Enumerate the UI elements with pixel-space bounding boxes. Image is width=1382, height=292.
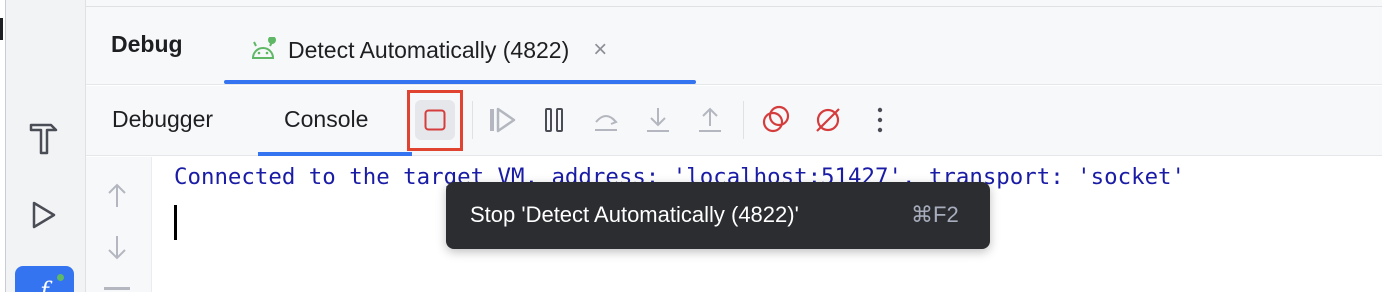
close-tab-icon[interactable]: × bbox=[593, 36, 607, 64]
app-quality-button[interactable]: ƒ bbox=[15, 266, 74, 292]
soft-wrap-icon[interactable] bbox=[104, 287, 130, 290]
step-out-icon bbox=[699, 107, 721, 132]
tooltip-shortcut: ⌘F2 bbox=[911, 202, 959, 227]
status-dot bbox=[55, 272, 66, 283]
more-options-button[interactable] bbox=[860, 100, 900, 140]
mute-breakpoints-icon bbox=[816, 108, 840, 132]
pause-icon bbox=[545, 108, 563, 132]
resume-icon bbox=[490, 107, 516, 133]
scroll-up-button[interactable] bbox=[102, 181, 132, 216]
toolbar-separator bbox=[472, 101, 473, 139]
build-hammer-icon bbox=[29, 123, 58, 155]
tooltip-text: Stop 'Detect Automatically (4822)' bbox=[470, 202, 799, 227]
run-tab-active-indicator bbox=[224, 80, 696, 84]
text-caret bbox=[174, 205, 177, 240]
run-session-tab[interactable]: Detect Automatically (4822) × bbox=[224, 20, 607, 80]
editor-caret-mark bbox=[0, 18, 3, 40]
breakpoints-icon bbox=[762, 105, 790, 133]
arrow-down-icon bbox=[108, 236, 126, 260]
top-divider bbox=[86, 0, 1382, 7]
arrow-up-icon bbox=[108, 183, 126, 207]
tab-debugger[interactable]: Debugger bbox=[112, 106, 213, 133]
step-into-button[interactable] bbox=[638, 100, 678, 140]
mute-breakpoints-button[interactable] bbox=[808, 100, 848, 140]
panel-title: Debug bbox=[111, 31, 183, 57]
run-icon bbox=[32, 201, 56, 229]
scroll-down-button[interactable] bbox=[102, 232, 132, 267]
debug-toolbar: Debugger Console bbox=[86, 86, 1382, 156]
android-icon bbox=[250, 36, 276, 63]
run-tool-button[interactable] bbox=[18, 190, 68, 240]
editor-edge bbox=[0, 0, 6, 292]
more-vertical-icon bbox=[877, 107, 883, 133]
view-breakpoints-button[interactable] bbox=[756, 100, 796, 140]
console-tab-active-indicator bbox=[258, 152, 412, 156]
step-out-button[interactable] bbox=[690, 100, 730, 140]
left-tool-strip: ƒ bbox=[0, 0, 86, 292]
tab-console[interactable]: Console bbox=[284, 106, 368, 133]
stop-button-highlight bbox=[407, 90, 463, 151]
console-gutter bbox=[86, 157, 152, 292]
toolbar-separator bbox=[743, 101, 744, 139]
stop-tooltip: Stop 'Detect Automatically (4822)' ⌘F2 bbox=[446, 182, 990, 249]
step-into-icon bbox=[647, 108, 669, 132]
build-button[interactable] bbox=[18, 112, 68, 162]
step-over-button[interactable] bbox=[586, 100, 626, 140]
run-tab-label: Detect Automatically (4822) bbox=[288, 36, 570, 63]
debug-tab-bar: Debug Detect Automatically (4822) × bbox=[86, 0, 1382, 85]
step-over-icon bbox=[595, 115, 618, 131]
pause-button[interactable] bbox=[534, 100, 574, 140]
app-quality-icon: ƒ bbox=[40, 277, 49, 292]
resume-button[interactable] bbox=[482, 100, 522, 140]
